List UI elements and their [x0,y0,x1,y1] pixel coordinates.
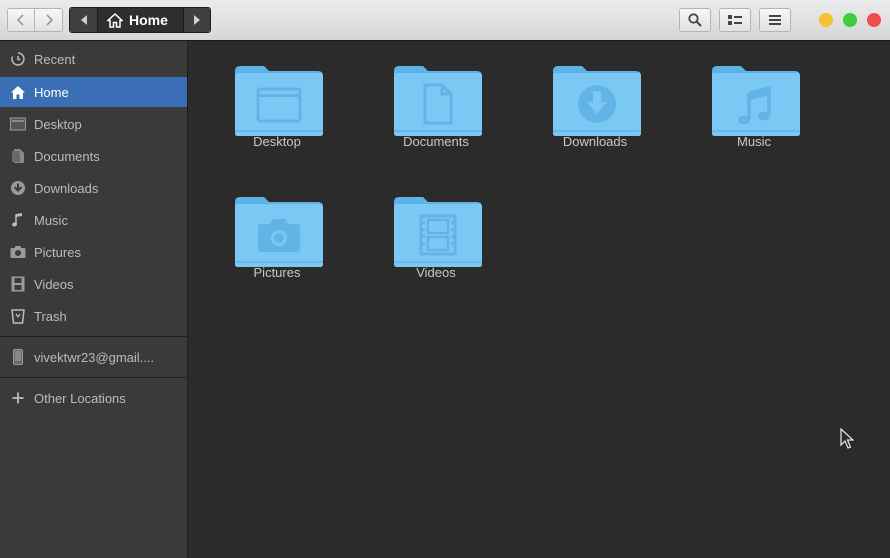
sidebar-item-trash[interactable]: Trash [0,301,187,331]
folder-label: Videos [416,265,456,280]
path-left-arrow[interactable] [70,8,97,32]
sidebar-item-label: Videos [34,276,74,292]
forward-button[interactable] [35,8,63,32]
sidebar-item-label: vivektwr23@gmail.... [34,349,155,365]
folder-label: Downloads [562,134,628,149]
folder-item-downloads[interactable]: Downloads [530,63,660,183]
sidebar-item-other-locations[interactable]: Other Locations [0,383,187,413]
close-button[interactable] [867,13,881,27]
sidebar-item-recent[interactable]: Recent [0,44,187,74]
chevron-right-icon [45,14,53,26]
header-bar: Home [0,0,890,41]
file-view: Desktop Documents Downloads Music Pictur… [189,41,890,558]
folder-label: Desktop [253,134,301,149]
folder-item-desktop[interactable]: Desktop [212,63,342,183]
folder-label: Documents [403,134,469,149]
sidebar-divider [0,377,187,378]
sidebar-item-account[interactable]: vivektwr23@gmail.... [0,342,187,372]
trash-icon [9,308,26,325]
folder-label: Pictures [253,265,301,280]
sidebar-item-label: Music [34,212,68,228]
sidebar-item-label: Other Locations [34,390,126,406]
sidebar-item-label: Recent [34,51,76,67]
sidebar-item-pictures[interactable]: Pictures [0,237,187,267]
chevron-left-icon [16,14,24,26]
cursor-icon [840,428,854,449]
document-icon [9,148,26,165]
folder-item-pictures[interactable]: Pictures [212,194,342,314]
plus-icon [9,390,26,407]
sidebar-item-label: Desktop [34,116,82,132]
sidebar-item-label: Downloads [34,180,99,196]
folder-label: Music [737,134,771,149]
search-button[interactable] [679,8,711,32]
sidebar-item-home[interactable]: Home [0,77,187,107]
desktop-icon [9,116,26,133]
folder-pictures-icon [235,197,323,267]
sidebar-item-downloads[interactable]: Downloads [0,173,187,203]
search-icon [688,13,702,27]
sidebar-item-documents[interactable]: Documents [0,141,187,171]
folder-item-music[interactable]: Music [689,63,819,183]
camera-icon [9,244,26,261]
clock-icon [9,51,26,68]
sidebar-item-videos[interactable]: Videos [0,269,187,299]
folder-desktop-icon [235,66,323,136]
menu-button[interactable] [759,8,791,32]
sidebar-item-label: Pictures [34,244,81,260]
path-right-arrow[interactable] [183,8,210,32]
home-icon [9,84,26,101]
triangle-right-icon [194,15,200,25]
triangle-left-icon [80,15,87,25]
sidebar-item-label: Trash [34,308,67,324]
music-icon [9,212,26,229]
sidebar-item-label: Documents [34,148,100,164]
folder-item-documents[interactable]: Documents [371,63,501,183]
sidebar-divider [0,336,187,337]
minimize-button[interactable] [819,13,833,27]
sidebar: Recent Home Desktop Documents Downloads … [0,41,188,558]
hamburger-icon [769,15,781,25]
sidebar-item-label: Home [34,84,69,100]
film-icon [9,276,26,293]
view-toggle-button[interactable] [719,8,751,32]
path-bar: Home [69,7,211,33]
phone-icon [9,349,26,366]
sidebar-item-desktop[interactable]: Desktop [0,109,187,139]
sidebar-item-music[interactable]: Music [0,205,187,235]
folder-videos-icon [394,197,482,267]
home-icon [107,12,123,28]
folder-downloads-icon [553,66,641,136]
folder-item-videos[interactable]: Videos [371,194,501,314]
folder-music-icon [712,66,800,136]
path-home-label: Home [129,12,168,28]
download-icon [9,180,26,197]
back-button[interactable] [7,8,35,32]
list-view-icon [728,15,742,25]
path-home-button[interactable]: Home [97,8,183,32]
folder-documents-icon [394,66,482,136]
maximize-button[interactable] [843,13,857,27]
